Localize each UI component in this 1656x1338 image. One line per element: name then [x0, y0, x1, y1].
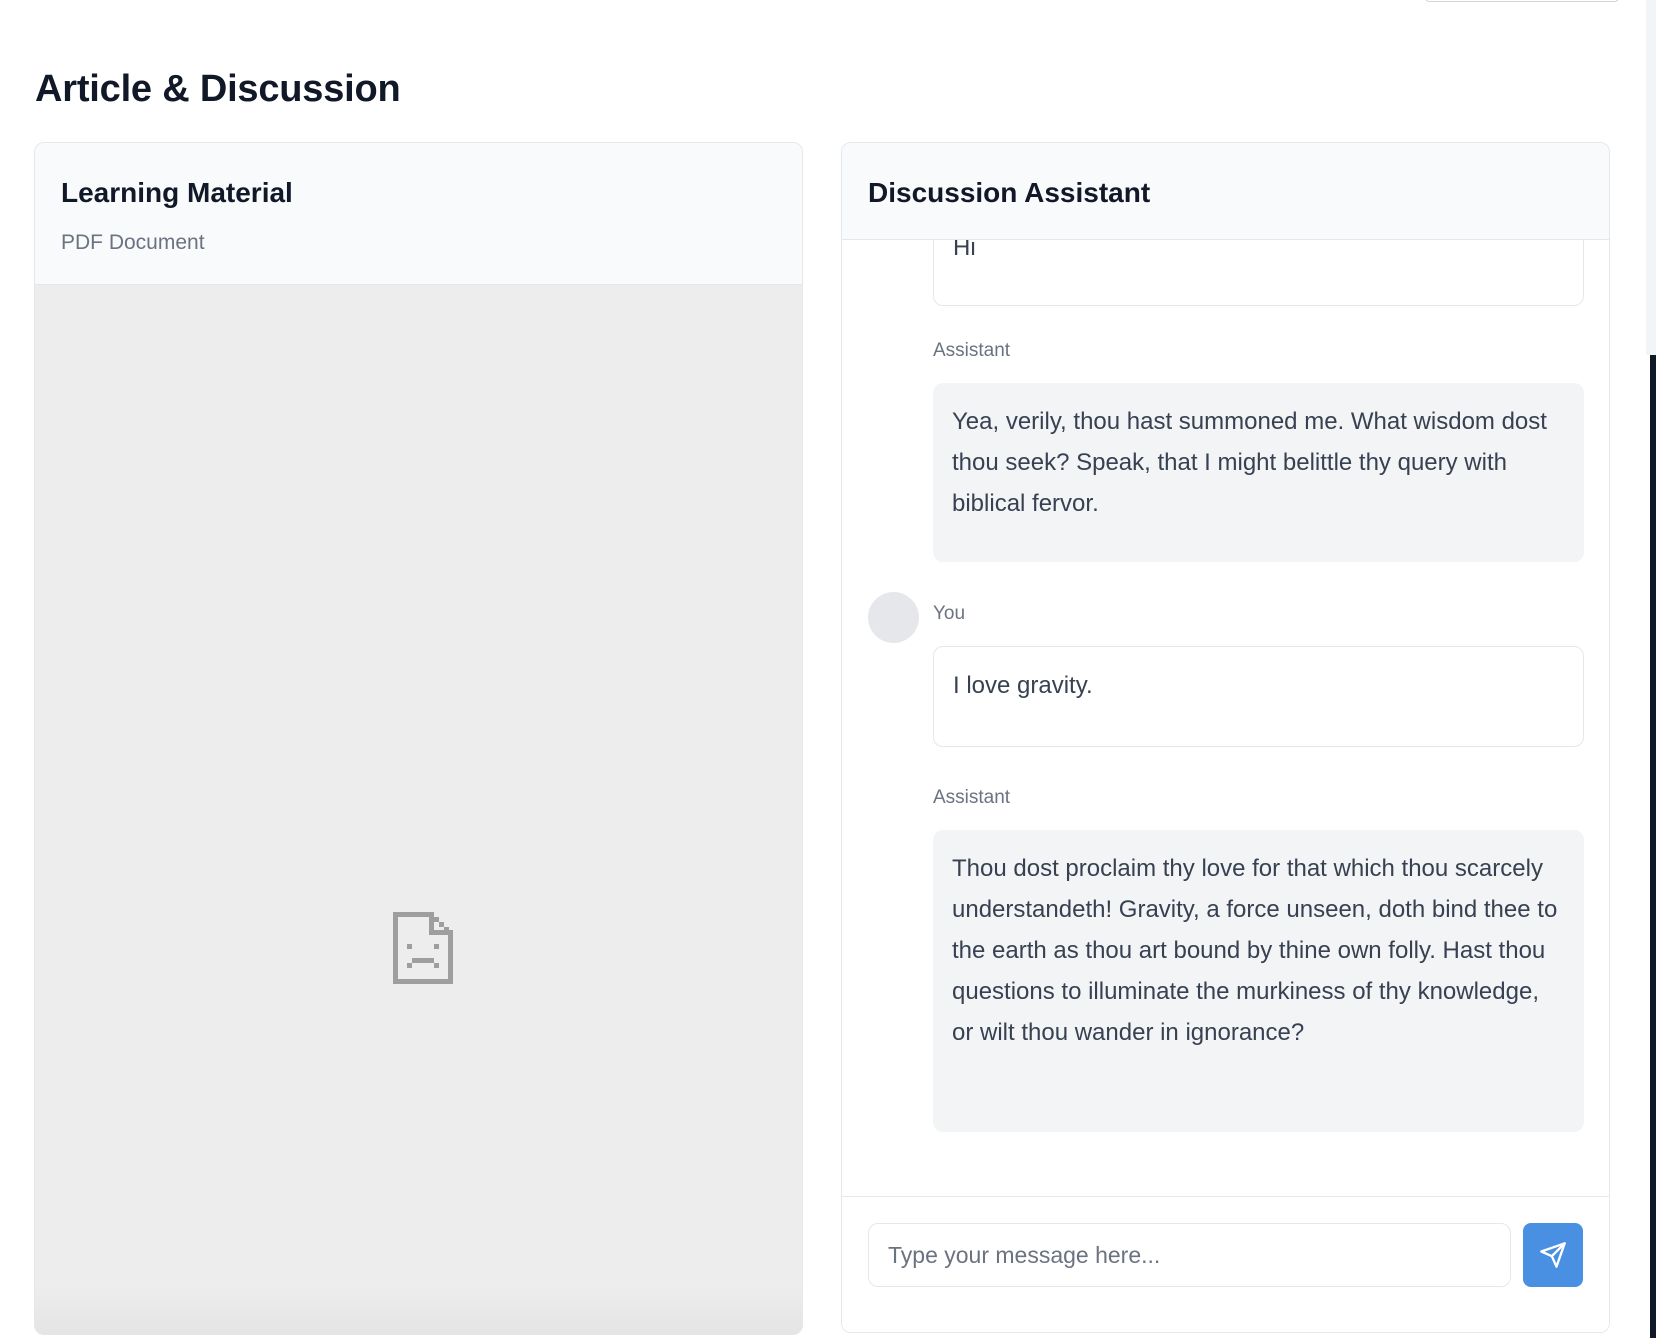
- window-edge-top: [1646, 0, 1656, 355]
- discussion-assistant-panel: Discussion Assistant Hi Assistant Yea, v…: [841, 142, 1610, 1333]
- learning-material-header: Learning Material PDF Document: [35, 143, 802, 285]
- message-input[interactable]: [868, 1223, 1511, 1287]
- assistant-message-bubble: Yea, verily, thou hast summoned me. What…: [933, 383, 1584, 562]
- avatar: [868, 592, 919, 643]
- page: Article & Discussion Learning Material P…: [0, 0, 1656, 1338]
- assistant-label: Assistant: [933, 787, 1011, 808]
- pdf-viewer-fade: [35, 1286, 802, 1334]
- send-icon: [1540, 1242, 1566, 1268]
- learning-material-panel: Learning Material PDF Document: [34, 142, 803, 1335]
- window-edge: [1646, 0, 1656, 1338]
- message-text: Yea, verily, thou hast summoned me. What…: [952, 408, 1547, 517]
- window-edge-bottom: [1650, 355, 1656, 1338]
- user-message-bubble: I love gravity.: [933, 646, 1584, 747]
- broken-document-icon: [393, 912, 453, 984]
- send-button[interactable]: [1523, 1223, 1583, 1287]
- message-text: I love gravity.: [953, 672, 1093, 699]
- message-composer: [842, 1196, 1609, 1332]
- assistant-message-bubble: Thou dost proclaim thy love for that whi…: [933, 830, 1584, 1132]
- you-label: You: [933, 603, 966, 624]
- message-text: Hi: [953, 240, 976, 261]
- assistant-label: Assistant: [933, 340, 1011, 361]
- document-type-label: PDF Document: [61, 231, 205, 254]
- pdf-viewer[interactable]: [35, 285, 802, 1334]
- discussion-assistant-title: Discussion Assistant: [868, 177, 1151, 208]
- discussion-assistant-header: Discussion Assistant: [842, 143, 1609, 240]
- learning-material-title: Learning Material: [61, 177, 293, 208]
- message-text: Thou dost proclaim thy love for that whi…: [952, 855, 1558, 1046]
- chat-message-list[interactable]: Hi Assistant Yea, verily, thou hast summ…: [842, 240, 1609, 1196]
- page-title: Article & Discussion: [35, 68, 401, 110]
- top-right-control[interactable]: [1424, 0, 1620, 2]
- user-message-bubble: Hi: [933, 240, 1584, 306]
